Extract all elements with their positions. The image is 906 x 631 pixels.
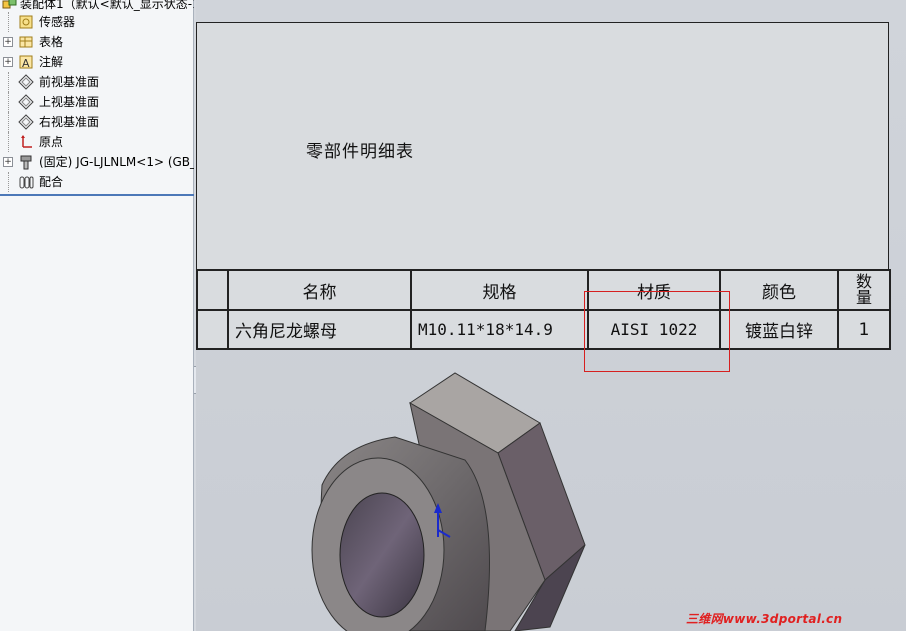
tree-connector [8,112,10,132]
watermark: 三维网www.3dportal.cn [686,612,843,626]
tree-item-label: 注解 [39,55,64,69]
cell-color[interactable]: 镀蓝白锌 [719,309,839,350]
tree-connector [8,172,10,192]
cell-name[interactable]: 六角尼龙螺母 [227,309,412,350]
part-icon [20,155,32,170]
bore-hole [339,492,425,618]
mate-icon [19,176,34,189]
annotation-highlight-box [584,291,730,372]
annotation-icon: A [19,55,33,70]
header-spec[interactable]: 规格 [410,269,589,311]
assembly-icon [2,0,17,9]
tree-item-label: 传感器 [39,15,76,29]
tree-connector [8,12,10,32]
table-row: 六角尼龙螺母 M10.11*18*14.9 AISI 1022 镀蓝白锌 1 [196,309,891,350]
tree-item-label: (固定) JG-LJLNLM<1> (GB_ [39,155,194,169]
expand-toggle[interactable]: + [3,157,13,167]
header-name[interactable]: 名称 [227,269,412,311]
tree-item-label: 上视基准面 [39,95,100,109]
tree-item-label: 前视基准面 [39,75,100,89]
tree-item-label: 表格 [39,35,64,49]
cell-spec[interactable]: M10.11*18*14.9 [410,309,589,350]
expand-toggle[interactable]: + [3,57,13,67]
tree-item-right-plane[interactable]: 右视基准面 [0,112,194,132]
tree-item-label: 右视基准面 [39,115,100,129]
tree-connector [8,92,10,112]
sensor-icon [19,15,33,29]
bom-table[interactable]: 名称 规格 材质 颜色 数量 六角尼龙螺母 M10.11*18*14.9 AIS… [196,269,891,350]
tree-item-top-plane[interactable]: 上视基准面 [0,92,194,112]
expand-toggle[interactable]: + [3,37,13,47]
table-title: 零部件明细表 [306,142,414,162]
header-quantity[interactable]: 数量 [837,269,891,311]
plane-icon [18,74,34,90]
header-color[interactable]: 颜色 [719,269,839,311]
tree-item-annotations[interactable]: + A 注解 [0,52,194,72]
table-icon [19,36,33,48]
tree-item-origin[interactable]: 原点 [0,132,194,152]
tree-connector [8,72,10,92]
table-cell-index [196,309,229,350]
tree-item-mates[interactable]: 配合 [0,172,194,192]
header-quantity-label: 数量 [855,272,872,307]
svg-text:A: A [22,57,30,70]
plane-icon [18,94,34,110]
tree-item-sensors[interactable]: 传感器 [0,12,194,32]
table-cell-index-header [196,269,229,311]
origin-icon [21,135,32,148]
plane-icon [18,114,34,130]
tree-item-label: 原点 [39,135,64,149]
nut-3d-model[interactable] [300,365,600,631]
rollback-bar[interactable] [0,194,194,196]
tree-item-label: 配合 [39,175,64,189]
tree-connector [8,132,10,152]
tree-item-front-plane[interactable]: 前视基准面 [0,72,194,92]
cell-quantity[interactable]: 1 [837,309,891,350]
table-header-row: 名称 规格 材质 颜色 数量 [196,269,891,311]
feature-manager-tree: 装配体1（默认<默认_显示状态-1 传感器 + 表格 + A 注解 前视基准面 … [0,0,194,631]
tree-item-part-jg-ljlnlm[interactable]: + (固定) JG-LJLNLM<1> (GB_ [0,152,194,172]
tree-item-tables[interactable]: + 表格 [0,32,194,52]
